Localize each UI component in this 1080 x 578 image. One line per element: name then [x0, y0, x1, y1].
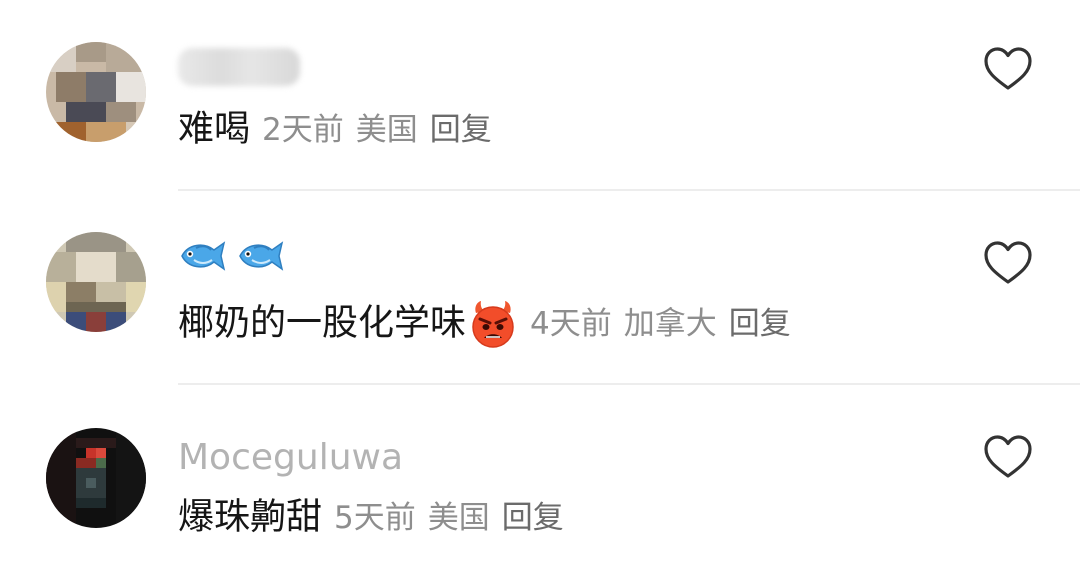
- avatar-image: [46, 42, 146, 142]
- like-button[interactable]: [984, 241, 1032, 285]
- comment-item: 椰奶的一股化学味 4天前 加拿大 回复: [0, 193, 1080, 383]
- comment-time: 4天前: [530, 305, 612, 342]
- comment-location: 美国: [355, 111, 418, 148]
- username-blurred[interactable]: [178, 43, 300, 89]
- like-button[interactable]: [984, 47, 1032, 91]
- comment-time: 5天前: [334, 499, 416, 536]
- avatar[interactable]: [46, 232, 146, 332]
- comment-item: Moceguluwa 爆珠齁甜 5天前 美国 回复: [0, 388, 1080, 578]
- like-button[interactable]: [984, 435, 1032, 479]
- heart-icon: [984, 241, 1032, 284]
- fish-icon: [236, 236, 286, 276]
- divider: [178, 383, 1080, 385]
- comment-text: 难喝: [178, 108, 251, 150]
- reply-button[interactable]: 回复: [502, 500, 564, 536]
- heart-icon: [984, 435, 1032, 478]
- comment-location: 美国: [427, 499, 490, 536]
- username[interactable]: [178, 232, 294, 278]
- comment-time: 2天前: [262, 111, 344, 148]
- avatar-image: [46, 232, 146, 332]
- reply-button[interactable]: 回复: [430, 112, 492, 148]
- comment-text: 椰奶的一股化学味: [178, 302, 467, 344]
- blurred-name: [178, 48, 300, 86]
- heart-icon: [984, 47, 1032, 90]
- avatar[interactable]: [46, 42, 146, 142]
- comment-text: 爆珠齁甜: [178, 496, 323, 538]
- avatar[interactable]: [46, 428, 146, 528]
- comment-item: 难喝 2天前 美国 回复: [0, 0, 1080, 190]
- comment-line: 爆珠齁甜 5天前 美国 回复: [178, 492, 564, 542]
- divider: [178, 189, 1080, 191]
- avatar-image: [46, 428, 146, 528]
- reply-button[interactable]: 回复: [729, 306, 791, 342]
- comment-line: 难喝 2天前 美国 回复: [178, 104, 492, 154]
- fish-icon: [178, 236, 228, 276]
- username[interactable]: Moceguluwa: [178, 435, 403, 481]
- comment-line: 椰奶的一股化学味 4天前 加拿大 回复: [178, 298, 791, 348]
- angry-devil-icon: [468, 299, 518, 349]
- comment-location: 加拿大: [623, 305, 717, 342]
